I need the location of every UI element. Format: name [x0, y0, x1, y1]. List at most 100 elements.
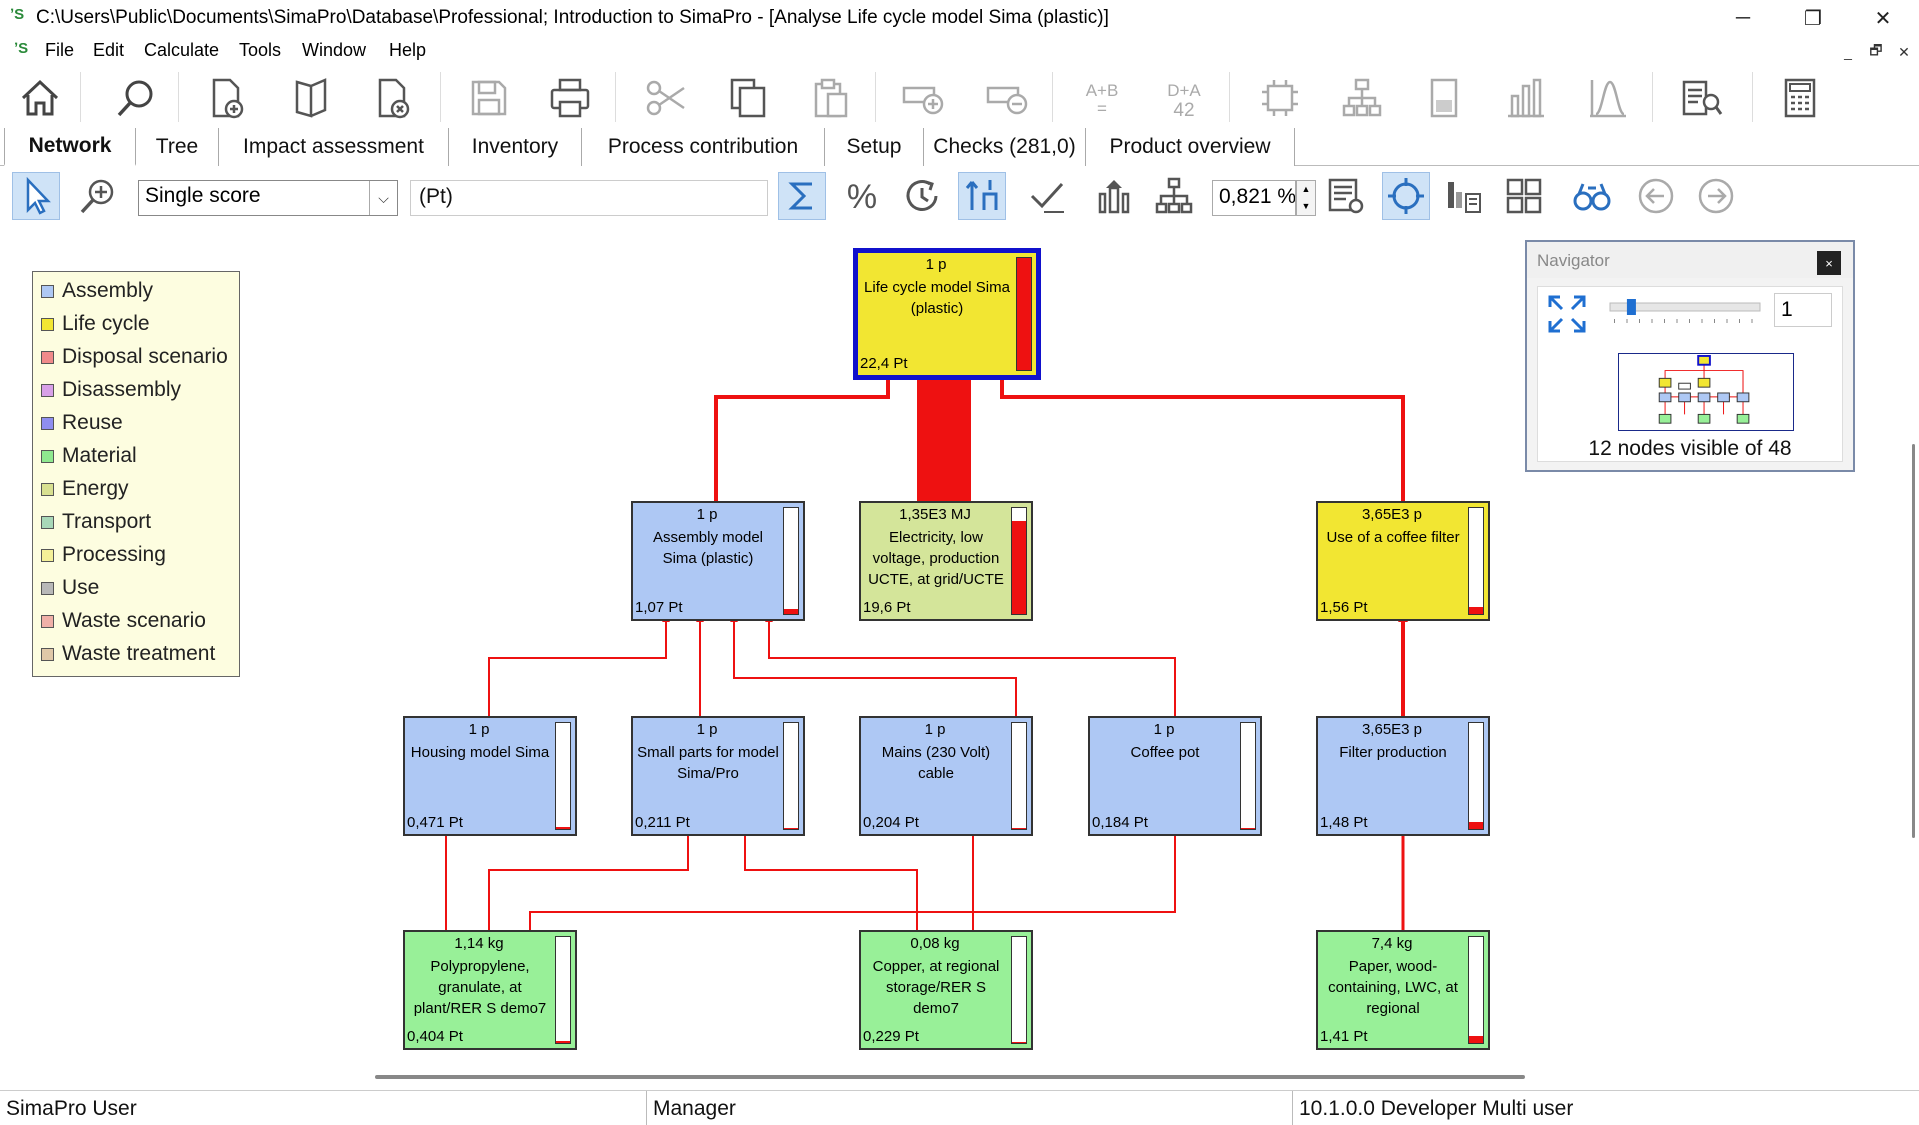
mdi-minimize-button[interactable]: _ — [1838, 43, 1858, 61]
navigator-zoom-input[interactable]: 1 — [1774, 293, 1832, 327]
network-canvas[interactable]: Assembly Life cycle Disposal scenario Di… — [0, 226, 1908, 1082]
forward-button[interactable] — [1692, 172, 1740, 220]
grid-view-button[interactable] — [1500, 172, 1548, 220]
node-mains[interactable]: 1 p Mains (230 Volt) cable 0,204 Pt — [859, 716, 1033, 836]
open-button[interactable] — [285, 72, 337, 124]
tab-inventory[interactable]: Inventory — [449, 128, 582, 166]
node-lifecycle[interactable]: 1 p Life cycle model Sima (plastic) 22,4… — [853, 248, 1041, 380]
hierarchy-button[interactable] — [1150, 172, 1198, 220]
legend-item-waste-treatment: Waste treatment — [41, 639, 215, 669]
new-document-button[interactable] — [200, 72, 252, 124]
tab-checks[interactable]: Checks (281,0) — [924, 128, 1086, 166]
zoom-tool-button[interactable] — [74, 172, 122, 220]
node-score-bar-fill — [1241, 828, 1255, 829]
cut-button[interactable] — [640, 72, 692, 124]
cutoff-stepper[interactable]: ▲ ▼ — [1296, 180, 1316, 216]
history-button[interactable] — [898, 172, 946, 220]
legend-item-assembly: Assembly — [41, 276, 153, 306]
navigator-minimap[interactable] — [1618, 353, 1794, 431]
legend-toggle-button[interactable] — [1440, 172, 1488, 220]
network-view-button[interactable] — [1336, 72, 1388, 124]
fit-to-window-icon[interactable] — [1546, 293, 1588, 335]
delete-document-button[interactable] — [366, 72, 418, 124]
tab-product-overview[interactable]: Product overview — [1086, 128, 1295, 166]
print-button[interactable] — [544, 72, 596, 124]
indicator-select[interactable]: Single score ⌵ — [138, 180, 398, 216]
report-button[interactable] — [1676, 72, 1728, 124]
save-button[interactable] — [463, 72, 515, 124]
maximize-button[interactable]: ❐ — [1783, 0, 1843, 36]
node-score: 0,471 Pt — [407, 814, 463, 831]
zoom-slider-thumb[interactable] — [1626, 299, 1636, 315]
node-housing[interactable]: 1 p Housing model Sima 0,471 Pt — [403, 716, 577, 836]
tab-network[interactable]: Network — [4, 128, 136, 166]
node-name: Small parts for model Sima/Pro — [637, 744, 779, 782]
center-view-button[interactable] — [1382, 172, 1430, 220]
back-button[interactable] — [1632, 172, 1680, 220]
remove-item-button[interactable] — [981, 72, 1033, 124]
report-settings-button[interactable] — [1322, 172, 1370, 220]
menu-calculate[interactable]: Calculate — [144, 40, 219, 61]
node-copper[interactable]: 0,08 kg Copper, at regional storage/RER … — [859, 930, 1033, 1050]
check-button[interactable] — [1024, 172, 1072, 220]
menu-tools[interactable]: Tools — [239, 40, 281, 61]
gauge-button[interactable] — [1418, 72, 1470, 124]
node-name: Mains (230 Volt) cable — [881, 744, 991, 782]
legend-swatch — [41, 515, 54, 529]
menu-file[interactable]: File — [45, 40, 74, 61]
select-tool-button[interactable] — [12, 172, 60, 220]
calculator-button[interactable] — [1774, 72, 1826, 124]
tab-impact-assessment[interactable]: Impact assessment — [219, 128, 449, 166]
node-electricity[interactable]: 1,35E3 MJ Electricity, low voltage, prod… — [859, 501, 1033, 621]
node-name: Coffee pot — [1130, 744, 1200, 761]
expand-up-button[interactable] — [1090, 172, 1138, 220]
toolbar-separator — [178, 72, 179, 122]
menu-edit[interactable]: Edit — [93, 40, 124, 61]
find-button[interactable] — [1568, 172, 1616, 220]
sum-button[interactable] — [778, 172, 826, 220]
tab-setup[interactable]: Setup — [825, 128, 924, 166]
mdi-close-button[interactable]: ✕ — [1894, 43, 1914, 61]
tab-tree[interactable]: Tree — [136, 128, 219, 166]
calculate-button[interactable]: D+A 42 — [1158, 72, 1210, 124]
node-filterprod[interactable]: 3,65E3 p Filter production 1,48 Pt — [1316, 716, 1490, 836]
cutoff-input[interactable]: 0,821 % — [1212, 180, 1296, 216]
tab-process-contribution[interactable]: Process contribution — [582, 128, 825, 166]
simapro-menu-icon[interactable]: ʼS — [14, 40, 28, 57]
node-paper[interactable]: 7,4 kg Paper, wood-containing, LWC, at r… — [1316, 930, 1490, 1050]
legend-swatch — [41, 416, 54, 430]
flow-thickness-button[interactable] — [958, 172, 1006, 220]
minimize-button[interactable]: ─ — [1713, 0, 1773, 36]
node-coffeepot[interactable]: 1 p Coffee pot 0,184 Pt — [1088, 716, 1262, 836]
zoom-slider[interactable] — [1608, 297, 1762, 327]
compare-button[interactable]: A+B = — [1076, 72, 1128, 124]
close-window-button[interactable]: ✕ — [1853, 0, 1913, 36]
home-button[interactable] — [14, 72, 66, 124]
unit-field[interactable]: (Pt) — [410, 180, 768, 216]
process-button[interactable] — [1254, 72, 1306, 124]
toolbar-separator — [1752, 72, 1753, 122]
mdi-restore-button[interactable]: 🗗 — [1866, 42, 1886, 61]
sigma-icon — [788, 182, 812, 210]
percent-button[interactable]: % — [838, 172, 886, 220]
copy-button[interactable] — [722, 72, 774, 124]
vertical-scrollbar-thumb[interactable] — [1912, 444, 1915, 838]
node-coffeefilter[interactable]: 3,65E3 p Use of a coffee filter 1,56 Pt — [1316, 501, 1490, 621]
node-score-bar — [783, 722, 799, 830]
horizontal-scrollbar-thumb[interactable] — [375, 1075, 1525, 1079]
menu-help[interactable]: Help — [389, 40, 426, 61]
bar-chart-button[interactable] — [1500, 72, 1552, 124]
add-item-button[interactable] — [897, 72, 949, 124]
paste-button[interactable] — [804, 72, 856, 124]
vertical-scrollbar[interactable] — [1908, 226, 1919, 1082]
horizontal-scrollbar[interactable] — [0, 1070, 1908, 1082]
node-smallparts[interactable]: 1 p Small parts for model Sima/Pro 0,211… — [631, 716, 805, 836]
navigator-close-button[interactable]: × — [1817, 251, 1841, 275]
node-polypropylene[interactable]: 1,14 kg Polypropylene, granulate, at pla… — [403, 930, 577, 1050]
node-assembly[interactable]: 1 p Assembly model Sima (plastic) 1,07 P… — [631, 501, 805, 621]
distribution-button[interactable] — [1582, 72, 1634, 124]
menu-window[interactable]: Window — [302, 40, 366, 61]
search-button[interactable] — [110, 72, 162, 124]
percent-icon: % — [847, 178, 877, 216]
chevron-down-icon[interactable]: ⌵ — [369, 181, 397, 215]
